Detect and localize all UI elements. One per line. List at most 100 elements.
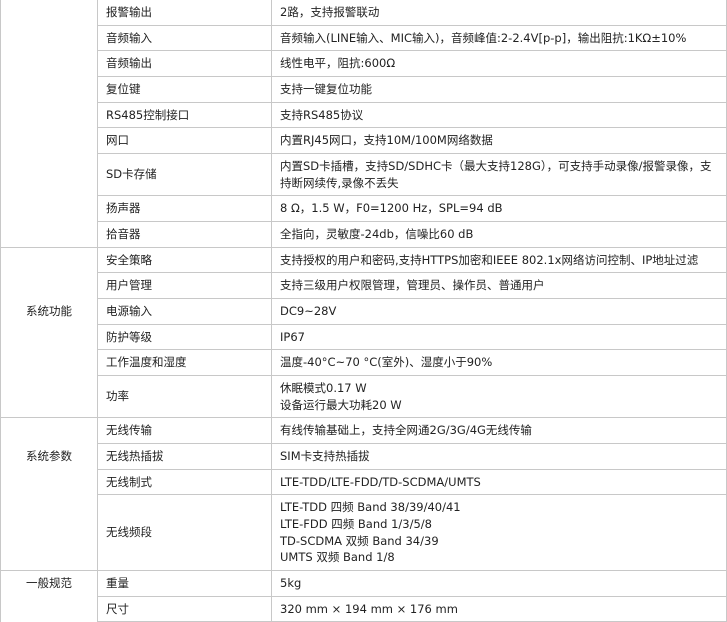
category-cell <box>0 596 98 622</box>
spec-value-cell: 有线传输基础上，支持全网通2G/3G/4G无线传输 <box>271 417 727 445</box>
spec-value-line: 支持RS485协议 <box>280 107 364 122</box>
category-cell <box>0 349 98 376</box>
spec-value-cell: LTE-TDD/LTE-FDD/TD-SCDMA/UMTS <box>271 468 727 496</box>
spec-value-line: LTE-TDD/LTE-FDD/TD-SCDMA/UMTS <box>280 474 481 489</box>
spec-value-line: LTE-TDD 四频 Band 38/39/40/41 <box>280 500 461 515</box>
spec-value-line: 有线传输基础上，支持全网通2G/3G/4G无线传输 <box>280 423 532 438</box>
spec-value-cell: 320 mm × 194 mm × 176 mm <box>271 595 727 622</box>
spec-name-cell: 网口 <box>97 127 272 155</box>
category-cell: 系统功能 <box>0 298 98 325</box>
table-row: 系统功能 电源输入 DC9~28V <box>0 298 727 325</box>
category-cell <box>0 246 98 273</box>
spec-value-cell: 2路，支持报警联动 <box>271 0 727 26</box>
category-cell <box>0 76 98 103</box>
spec-value-cell: LTE-TDD 四频 Band 38/39/40/41 LTE-FDD 四频 Ba… <box>271 494 727 572</box>
spec-value-line: 支持三级用户权限管理，管理员、操作员、普通用户 <box>280 278 545 293</box>
spec-value-cell: IP67 <box>271 323 727 351</box>
spec-value-cell: 支持授权的用户和密码,支持HTTPS加密和IEEE 802.1x网络访问控制、I… <box>271 246 727 274</box>
table-row: 无线传输 有线传输基础上，支持全网通2G/3G/4G无线传输 <box>0 417 727 445</box>
category-cell <box>0 221 98 248</box>
spec-value-line: 休眠模式0.17 W <box>280 381 367 396</box>
spec-value-line: DC9~28V <box>280 304 337 319</box>
specifications-table: 报警输出 2路，支持报警联动 音频输入 音频输入(LINE输入、MIC输入)，音频峰值… <box>0 0 727 622</box>
table-row: 防护等级 IP67 <box>0 323 727 351</box>
spec-value-cell: 线性电平，阻抗:600Ω <box>271 50 727 78</box>
spec-value-line: 320 mm × 194 mm × 176 mm <box>280 601 458 616</box>
spec-name-cell: 安全策略 <box>97 246 272 274</box>
category-cell <box>0 417 98 444</box>
category-cell: 系统参数 <box>0 443 98 470</box>
spec-name-cell: 报警输出 <box>97 0 272 26</box>
table-row: 报警输出 2路，支持报警联动 <box>0 0 727 26</box>
table-row: 无线制式 LTE-TDD/LTE-FDD/TD-SCDMA/UMTS <box>0 468 727 496</box>
spec-value-cell: 5kg <box>271 570 727 597</box>
table-row: 无线频段 LTE-TDD 四频 Band 38/39/40/41 LTE-FDD 四… <box>0 494 727 572</box>
spec-name-cell: 重量 <box>97 570 272 597</box>
table-row: 音频输出 线性电平，阻抗:600Ω <box>0 50 727 78</box>
category-cell <box>0 272 98 299</box>
category-cell <box>0 0 98 26</box>
category-cell <box>0 25 98 51</box>
spec-name-cell: 功率 <box>97 375 272 419</box>
spec-value-cell: SIM卡支持热插拔 <box>271 443 727 470</box>
category-cell <box>0 494 98 571</box>
spec-name-cell: 无线热插拔 <box>97 443 272 470</box>
spec-value-line: 支持授权的用户和密码,支持HTTPS加密和IEEE 802.1x网络访问控制、I… <box>280 252 699 267</box>
table-row: SD卡存储 内置SD卡插槽，支持SD/SDHC卡（最大支持128G），可支持手动录… <box>0 153 727 197</box>
table-row: 音频输入 音频输入(LINE输入、MIC输入)，音频峰值:2-2.4V[p-p]，… <box>0 24 727 52</box>
category-cell <box>0 469 98 495</box>
spec-value-cell: 全指向，灵敏度-24db，信噪比60 dB <box>271 221 727 248</box>
spec-value-cell: 支持RS485协议 <box>271 101 727 129</box>
spec-name-cell: 复位键 <box>97 76 272 103</box>
spec-value-line: 线性电平，阻抗:600Ω <box>280 56 396 71</box>
category-cell <box>0 324 98 350</box>
table-row: 安全策略 支持授权的用户和密码,支持HTTPS加密和IEEE 802.1x网络访问… <box>0 246 727 274</box>
spec-value-line: 设备运行最大功耗20 W <box>280 397 402 412</box>
spec-name-cell: 无线频段 <box>97 494 272 572</box>
spec-value-line: 内置RJ45网口，支持10M/100M网络数据 <box>280 133 493 148</box>
spec-name-cell: 工作温度和湿度 <box>97 349 272 377</box>
spec-value-line: TD-SCDMA 双频 Band 34/39 <box>280 533 439 548</box>
spec-name-cell: SD卡存储 <box>97 153 272 197</box>
spec-value-line: 内置SD卡插槽，支持SD/SDHC卡（最大支持128G），可支持手动录像/报警录… <box>280 159 712 190</box>
spec-value-line: 温度-40°C~70 °C(室外)、湿度小于90% <box>280 355 493 370</box>
spec-value-line: 支持一键复位功能 <box>280 82 372 97</box>
spec-value-cell: 休眠模式0.17 W 设备运行最大功耗20 W <box>271 375 727 419</box>
spec-name-cell: 尺寸 <box>97 595 272 622</box>
spec-name-cell: 拾音器 <box>97 221 272 248</box>
spec-value-line: 全指向，灵敏度-24db，信噪比60 dB <box>280 227 474 242</box>
spec-name-cell: 无线传输 <box>97 417 272 445</box>
category-cell <box>0 102 98 128</box>
table-row: 系统参数 无线热插拔 SIM卡支持热插拔 <box>0 443 727 470</box>
table-row: 功率 休眠模式0.17 W 设备运行最大功耗20 W <box>0 375 727 419</box>
spec-value-cell: 内置RJ45网口，支持10M/100M网络数据 <box>271 127 727 155</box>
spec-value-cell: 支持一键复位功能 <box>271 76 727 103</box>
category-cell: 一般规范 <box>0 570 98 597</box>
spec-value-cell: 内置SD卡插槽，支持SD/SDHC卡（最大支持128G），可支持手动录像/报警录… <box>271 153 727 197</box>
table-row: 工作温度和湿度 温度-40°C~70 °C(室外)、湿度小于90% <box>0 349 727 377</box>
spec-value-line: 2路，支持报警联动 <box>280 5 380 19</box>
spec-value-cell: 8 Ω，1.5 W，F0=1200 Hz，SPL=94 dB <box>271 195 727 223</box>
table-row: RS485控制接口 支持RS485协议 <box>0 101 727 129</box>
table-row: 尺寸 320 mm × 194 mm × 176 mm <box>0 595 727 622</box>
category-cell <box>0 50 98 77</box>
spec-value-cell: 支持三级用户权限管理，管理员、操作员、普通用户 <box>271 272 727 300</box>
table-row: 拾音器 全指向，灵敏度-24db，信噪比60 dB <box>0 221 727 248</box>
spec-value-line: LTE-FDD 四频 Band 1/3/5/8 <box>280 517 432 532</box>
spec-name-cell: 音频输出 <box>97 50 272 78</box>
spec-value-line: 音频输入(LINE输入、MIC输入)，音频峰值:2-2.4V[p-p]，输出阻抗… <box>280 30 687 45</box>
category-cell <box>0 153 98 196</box>
spec-name-cell: 防护等级 <box>97 323 272 351</box>
spec-value-cell: 音频输入(LINE输入、MIC输入)，音频峰值:2-2.4V[p-p]，输出阻抗… <box>271 24 727 52</box>
spec-name-cell: 无线制式 <box>97 468 272 496</box>
spec-value-line: 8 Ω，1.5 W，F0=1200 Hz，SPL=94 dB <box>280 201 503 216</box>
table-row: 一般规范 重量 5kg <box>0 570 727 597</box>
table-body: 报警输出 2路，支持报警联动 音频输入 音频输入(LINE输入、MIC输入)，音频峰值… <box>0 0 727 622</box>
spec-name-cell: 音频输入 <box>97 24 272 52</box>
category-cell <box>0 375 98 418</box>
table-row: 扬声器 8 Ω，1.5 W，F0=1200 Hz，SPL=94 dB <box>0 195 727 223</box>
spec-value-line: 5kg <box>280 576 302 591</box>
spec-name-cell: 扬声器 <box>97 195 272 223</box>
spec-name-cell: 用户管理 <box>97 272 272 300</box>
spec-name-cell: RS485控制接口 <box>97 101 272 129</box>
